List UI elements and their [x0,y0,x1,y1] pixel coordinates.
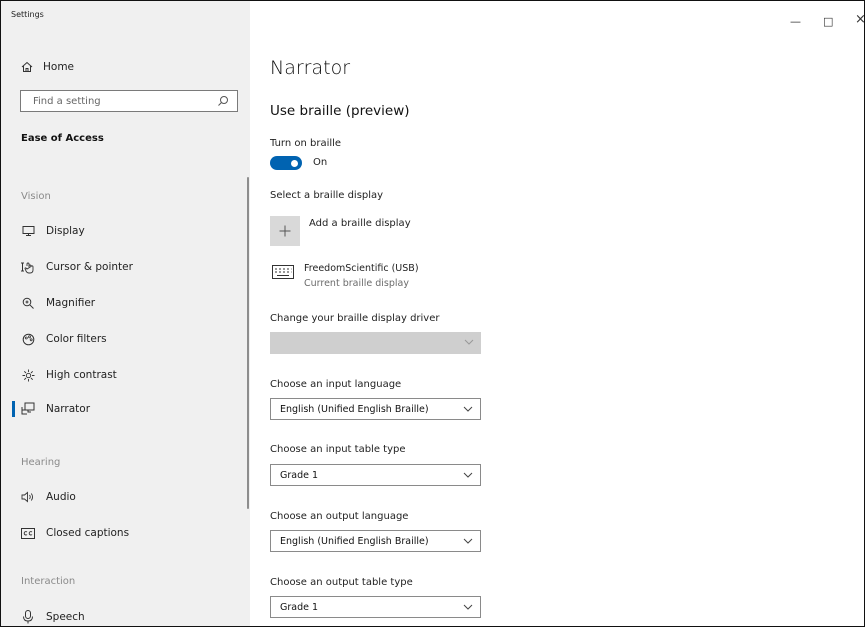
sidebar-item-label: Narrator [46,403,91,415]
magnifier-icon [21,296,35,310]
microphone-icon [21,610,35,624]
settings-window: Settings Home Ease of Access Vision Disp… [0,0,865,627]
select-display-label: Select a braille display [270,190,384,201]
driver-label: Change your braille display driver [270,313,440,324]
sidebar-item-label: Color filters [46,333,107,345]
search-box[interactable] [20,90,238,112]
chevron-down-icon [463,604,473,610]
close-button[interactable]: × [855,12,864,27]
toggle-state-label: On [313,157,328,168]
dropdown-value: English (Unified English Braille) [280,404,429,415]
output-table-label: Choose an output table type [270,577,413,588]
speaker-icon [21,490,35,504]
chevron-down-icon [463,406,473,412]
sidebar-item-label: Speech [46,611,85,623]
group-label-interaction: Interaction [21,576,76,587]
cursor-pointer-icon [21,260,35,274]
keyboard-icon [272,265,294,279]
sidebar-item-label: Closed captions [46,527,130,539]
color-filters-icon [21,332,35,346]
input-language-dropdown[interactable]: English (Unified English Braille) [270,398,481,420]
add-display-label[interactable]: Add a braille display [309,218,411,229]
output-language-dropdown[interactable]: English (Unified English Braille) [270,530,481,552]
group-label-vision: Vision [21,191,51,202]
dropdown-value: English (Unified English Braille) [280,536,429,547]
main-content: — □ × Narrator Use braille (preview) Tur… [250,1,864,626]
home-label: Home [43,61,75,73]
sidebar: Settings Home Ease of Access Vision Disp… [1,1,250,626]
chevron-down-icon [463,472,473,478]
input-table-dropdown[interactable]: Grade 1 [270,464,481,486]
sidebar-item-closed-captions[interactable]: Closed captions [21,526,129,540]
sidebar-item-speech[interactable]: Speech [21,610,85,624]
braille-toggle[interactable] [270,156,302,170]
sidebar-item-high-contrast[interactable]: High contrast [21,368,117,382]
closed-captions-icon [21,526,35,540]
sidebar-item-audio[interactable]: Audio [21,490,76,504]
chevron-down-icon [464,339,474,345]
maximize-button[interactable]: □ [823,15,833,28]
sidebar-item-label: Display [46,225,85,237]
toggle-knob [291,159,298,167]
sidebar-item-label: High contrast [46,369,117,381]
input-language-label: Choose an input language [270,379,402,390]
sidebar-item-label: Audio [46,491,76,503]
device-status: Current braille display [304,278,409,289]
sidebar-item-magnifier[interactable]: Magnifier [21,296,95,310]
dropdown-value: Grade 1 [280,602,319,613]
narrator-icon [21,402,35,416]
group-label-hearing: Hearing [21,457,61,468]
plus-icon [279,225,291,237]
sidebar-item-display[interactable]: Display [21,224,85,238]
driver-dropdown[interactable] [270,332,481,354]
sun-icon [21,368,35,382]
page-title: Narrator [270,57,351,79]
minimize-button[interactable]: — [790,15,801,28]
home-nav-item[interactable]: Home [21,61,74,73]
sidebar-item-label: Magnifier [46,297,96,309]
search-input[interactable] [21,91,223,111]
home-icon [21,61,33,72]
output-table-dropdown[interactable]: Grade 1 [270,596,481,618]
sidebar-section-title: Ease of Access [21,133,104,144]
chevron-down-icon [463,538,473,544]
input-table-label: Choose an input table type [270,444,406,455]
search-icon [218,96,228,106]
sidebar-item-label: Cursor & pointer [46,261,133,273]
section-title: Use braille (preview) [270,103,410,119]
sidebar-item-narrator[interactable]: Narrator [21,402,90,416]
active-indicator [12,401,15,417]
sidebar-item-cursor[interactable]: Cursor & pointer [21,260,133,274]
dropdown-value: Grade 1 [280,470,319,481]
turn-on-braille-label: Turn on braille [270,138,342,149]
output-language-label: Choose an output language [270,511,409,522]
sidebar-item-color-filters[interactable]: Color filters [21,332,107,346]
sidebar-scrollbar[interactable] [247,177,249,509]
add-display-button[interactable] [270,216,300,246]
monitor-icon [21,224,35,238]
app-title: Settings [11,10,44,19]
device-name[interactable]: FreedomScientific (USB) [304,263,419,274]
